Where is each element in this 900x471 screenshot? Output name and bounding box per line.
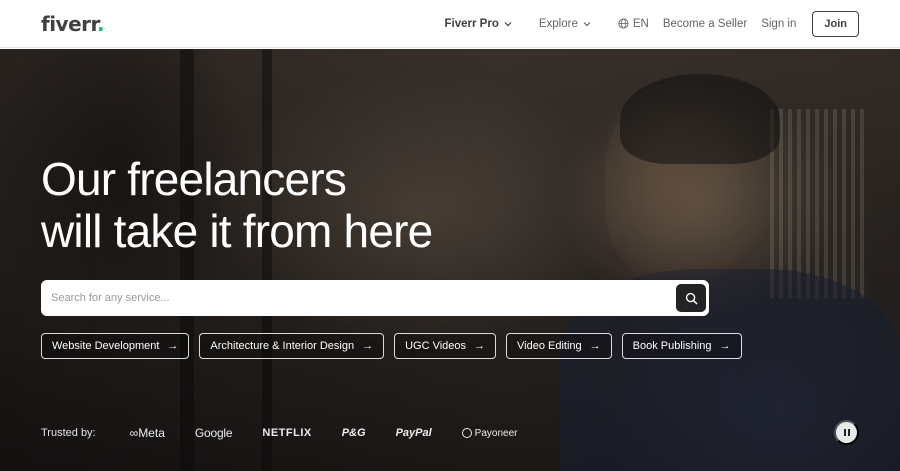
headline-line-2: will take it from here [41,205,433,257]
chip-architecture-interior-design[interactable]: Architecture & Interior Design → [199,333,385,359]
explore-label: Explore [538,17,578,30]
language-selector[interactable]: EN [618,18,649,30]
payoneer-logo: Payoneer [461,428,517,439]
language-label: EN [632,17,649,30]
chip-label: Architecture & Interior Design [210,340,355,352]
arrow-right-icon: → [589,340,601,352]
chevron-down-icon [504,21,512,26]
search-bar [41,280,709,316]
fiverr-pro-menu[interactable]: Fiverr Pro [445,18,513,30]
paypal-logo: PayPal [395,427,432,439]
header-nav: Fiverr Pro Explore EN Become a Seller Si… [427,10,859,37]
netflix-logo: NETFLIX [262,427,312,439]
arrow-right-icon: → [474,340,486,352]
popular-services: Website Development → Architecture & Int… [41,333,742,359]
search-input[interactable] [41,280,676,316]
chip-ugc-videos[interactable]: UGC Videos → [394,333,497,359]
google-logo: Google [194,426,233,440]
hero-headline: Our freelancers will take it from here [41,153,433,257]
search-button[interactable] [676,284,706,312]
chip-label: Website Development [52,340,160,352]
chevron-down-icon [583,21,591,26]
chip-label: UGC Videos [405,340,467,352]
headline-line-1: Our freelancers [41,153,347,205]
background-overlay [0,49,900,471]
become-seller-link[interactable]: Become a Seller [663,18,747,30]
chip-label: Book Publishing [632,340,712,352]
top-navigation: fiverr. Fiverr Pro Explore EN Become a S… [0,0,900,48]
search-icon [685,292,697,304]
pause-video-button[interactable] [834,420,859,445]
hero-section: Our freelancers will take it from here W… [0,49,900,471]
arrow-right-icon: → [719,340,731,352]
arrow-right-icon: → [167,340,179,352]
trusted-by-label: Trusted by: [41,427,96,439]
chip-website-development[interactable]: Website Development → [41,333,190,359]
brand-logos: ∞Meta Google NETFLIX P&G PayPal Payoneer [130,426,518,440]
arrow-right-icon: → [362,340,374,352]
chip-label: Video Editing [517,340,582,352]
chip-video-editing[interactable]: Video Editing → [506,333,612,359]
chip-book-publishing[interactable]: Book Publishing → [621,333,742,359]
pause-icon [843,429,846,436]
fiverr-pro-label: Fiverr Pro [444,17,499,30]
pg-logo: P&G [341,427,366,439]
globe-icon [618,18,629,29]
meta-logo: ∞Meta [129,426,165,440]
explore-menu[interactable]: Explore [539,18,592,30]
sign-in-link[interactable]: Sign in [761,18,796,30]
payoneer-ring-icon [461,428,472,438]
pause-icon [847,429,850,436]
fiverr-logo[interactable]: fiverr. [41,12,105,36]
trusted-by-bar: Trusted by: ∞Meta Google NETFLIX P&G Pay… [41,426,517,440]
join-button[interactable]: Join [812,10,859,37]
